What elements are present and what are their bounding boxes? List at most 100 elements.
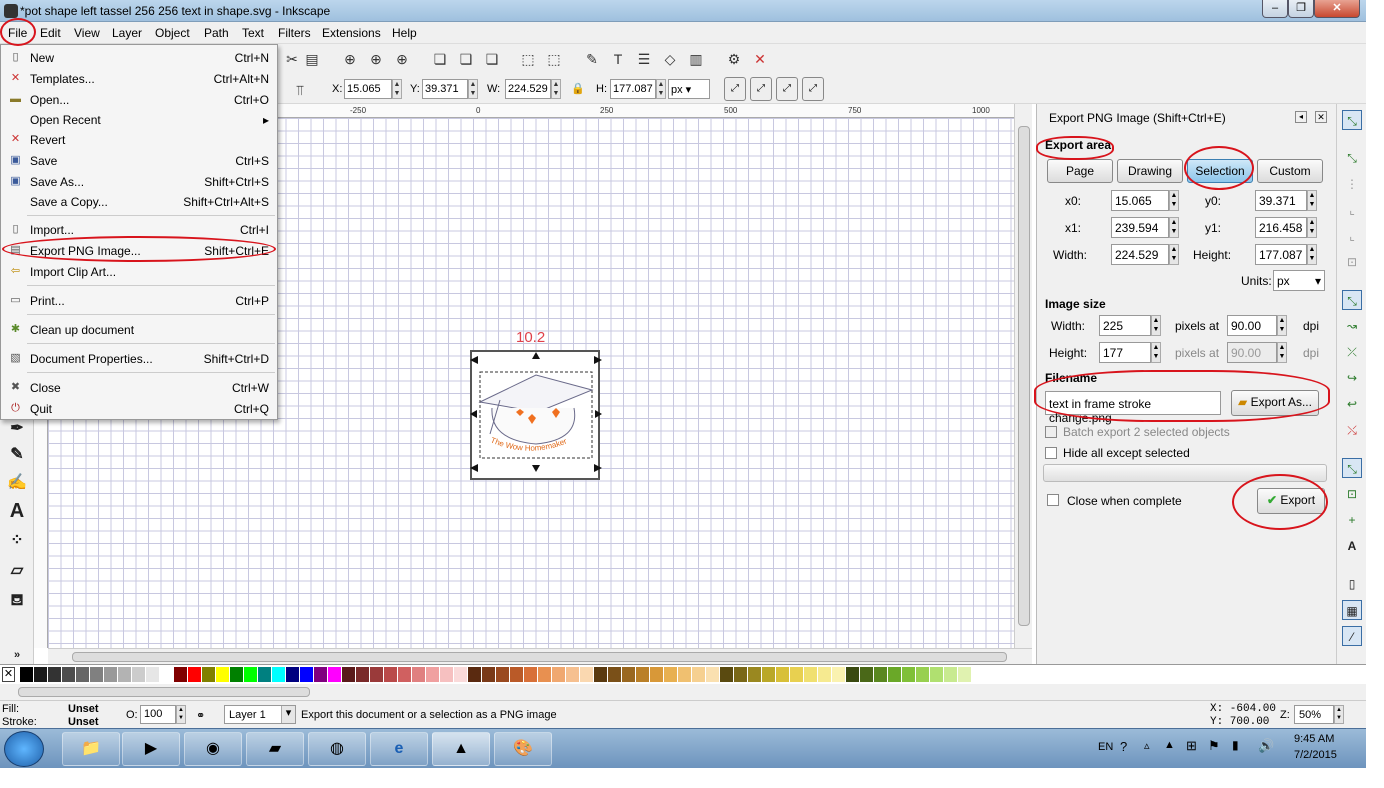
color-swatch[interactable]	[146, 667, 159, 682]
snap-toggle-icon[interactable]: ⤡	[1342, 110, 1362, 130]
panel-close-icon[interactable]: ✕	[1315, 111, 1327, 123]
cut-icon[interactable]: ✂	[282, 49, 302, 69]
color-swatch[interactable]	[398, 667, 411, 682]
color-swatch[interactable]	[608, 667, 621, 682]
action-center-icon[interactable]: ⚑	[1208, 738, 1220, 754]
paste-icon[interactable]: ▤	[302, 49, 322, 69]
hp-taskbar-icon[interactable]: ◍	[308, 732, 366, 766]
menu-item-import-clip-art[interactable]: ⇦ Import Clip Art...	[1, 262, 277, 282]
menu-item-open-recent[interactable]: Open Recent ▸	[1, 110, 277, 130]
image-height-spinner[interactable]: ▲ ▼	[1151, 342, 1161, 363]
color-swatch[interactable]	[580, 667, 593, 682]
x1-spinner[interactable]: ▲ ▼	[1169, 217, 1179, 238]
x0-spinner[interactable]: ▲ ▼	[1169, 190, 1179, 211]
menu-layer[interactable]: Layer	[112, 26, 142, 40]
windows-tray-icon[interactable]: ⊞	[1186, 738, 1197, 754]
color-swatch[interactable]	[286, 667, 299, 682]
menu-object[interactable]: Object	[155, 26, 190, 40]
height-field[interactable]: 177.087	[610, 79, 656, 99]
clock-date[interactable]: 7/2/2015	[1294, 749, 1337, 761]
menu-path[interactable]: Path	[204, 26, 229, 40]
color-swatch[interactable]	[258, 667, 271, 682]
dpi-x-spinner[interactable]: ▲ ▼	[1277, 315, 1287, 336]
menu-item-templates[interactable]: ✕ Templates... Ctrl+Alt+N	[1, 69, 277, 89]
zoom-selection-icon[interactable]: ⊕	[340, 49, 360, 69]
snap-nodes-icon[interactable]: ⤡	[1342, 290, 1362, 310]
y-field[interactable]: 39.371	[422, 79, 468, 99]
menu-item-save-as[interactable]: ▣ Save As... Shift+Ctrl+S	[1, 172, 277, 192]
paint-taskbar-icon[interactable]: 🎨	[494, 732, 552, 766]
menu-item-print[interactable]: ▭ Print... Ctrl+P	[1, 291, 277, 311]
color-swatch[interactable]	[832, 667, 845, 682]
color-swatch[interactable]	[160, 667, 173, 682]
color-swatch[interactable]	[174, 667, 187, 682]
y0-field[interactable]: 39.371	[1255, 190, 1307, 211]
unit-select[interactable]: px ▾	[668, 79, 710, 99]
opacity-field[interactable]: 100	[140, 705, 176, 724]
close-window-button[interactable]: ✕	[1314, 0, 1360, 18]
snap-page-border-icon[interactable]: ▯	[1342, 574, 1362, 594]
menu-extensions[interactable]: Extensions	[322, 26, 381, 40]
start-button[interactable]	[4, 731, 44, 767]
menu-help[interactable]: Help	[392, 26, 417, 40]
move-gradients-button[interactable]: ⤢	[776, 77, 798, 101]
layer-visibility-icon[interactable]: ⚭	[196, 709, 205, 722]
y0-spinner[interactable]: ▲ ▼	[1307, 190, 1317, 211]
snap-others-icon[interactable]: ⤡	[1342, 458, 1362, 478]
color-swatch[interactable]	[944, 667, 957, 682]
color-swatch[interactable]	[622, 667, 635, 682]
color-swatch[interactable]	[342, 667, 355, 682]
y-spinner[interactable]: ▲ ▼	[468, 79, 478, 99]
snap-grid-icon[interactable]: ▦	[1342, 600, 1362, 620]
y1-spinner[interactable]: ▲ ▼	[1307, 217, 1317, 238]
color-swatch[interactable]	[202, 667, 215, 682]
zoom-spinner[interactable]: ▲ ▼	[1334, 705, 1344, 724]
color-swatch[interactable]	[930, 667, 943, 682]
browser-taskbar-icon[interactable]: ◉	[184, 732, 242, 766]
menu-view[interactable]: View	[74, 26, 100, 40]
inkscape-taskbar-icon[interactable]: ▲	[432, 732, 490, 766]
menu-edit[interactable]: Edit	[40, 26, 61, 40]
color-swatch[interactable]	[958, 667, 971, 682]
color-swatch[interactable]	[902, 667, 915, 682]
help-icon[interactable]: ?	[1120, 739, 1127, 754]
menu-item-revert[interactable]: ✕ Revert	[1, 130, 277, 150]
color-swatch[interactable]	[118, 667, 131, 682]
color-swatch[interactable]	[706, 667, 719, 682]
unlink-clone-icon[interactable]: ❏	[482, 49, 502, 69]
menu-item-new[interactable]: ▯ New Ctrl+N	[1, 48, 277, 68]
menu-item-open[interactable]: ▬ Open... Ctrl+O	[1, 90, 277, 110]
color-swatch[interactable]	[664, 667, 677, 682]
lock-icon[interactable]: 🔒	[568, 79, 588, 99]
calligraphy-tool-icon[interactable]: ✒	[6, 418, 28, 440]
stroke-value[interactable]: Unset	[68, 716, 99, 728]
color-swatch[interactable]	[566, 667, 579, 682]
zoom-field[interactable]: 50%	[1294, 705, 1334, 724]
color-swatch[interactable]	[468, 667, 481, 682]
layers-icon[interactable]: ☰	[634, 49, 654, 69]
eraser-tool-icon[interactable]: ▱	[6, 560, 28, 582]
menu-item-save[interactable]: ▣ Save Ctrl+S	[1, 151, 277, 171]
color-swatch[interactable]	[62, 667, 75, 682]
color-swatch[interactable]	[720, 667, 733, 682]
color-swatch[interactable]	[188, 667, 201, 682]
paint-bucket-tool-icon[interactable]: ⛾	[6, 590, 28, 612]
network-icon[interactable]: ▮	[1232, 738, 1239, 752]
text-font-icon[interactable]: T	[608, 49, 628, 69]
units-select[interactable]: px ▾	[1273, 270, 1325, 291]
clock-time[interactable]: 9:45 AM	[1294, 733, 1334, 745]
color-swatch[interactable]	[846, 667, 859, 682]
duplicate-icon[interactable]: ❏	[430, 49, 450, 69]
menu-text[interactable]: Text	[242, 26, 264, 40]
photo-app-taskbar-icon[interactable]: ▰	[246, 732, 304, 766]
snap-rotation-center-icon[interactable]: +	[1342, 510, 1362, 530]
color-swatch[interactable]	[20, 667, 33, 682]
color-swatch[interactable]	[216, 667, 229, 682]
close-when-complete-checkbox[interactable]	[1047, 494, 1059, 506]
snap-guide-icon[interactable]: ⁄	[1342, 626, 1362, 646]
color-swatch[interactable]	[384, 667, 397, 682]
pen-tool-icon[interactable]: ✎	[6, 444, 28, 466]
color-swatch[interactable]	[272, 667, 285, 682]
menu-item-save-copy[interactable]: Save a Copy... Shift+Ctrl+Alt+S	[1, 192, 277, 212]
tray-arrow-icon[interactable]: ▵	[1144, 739, 1150, 752]
